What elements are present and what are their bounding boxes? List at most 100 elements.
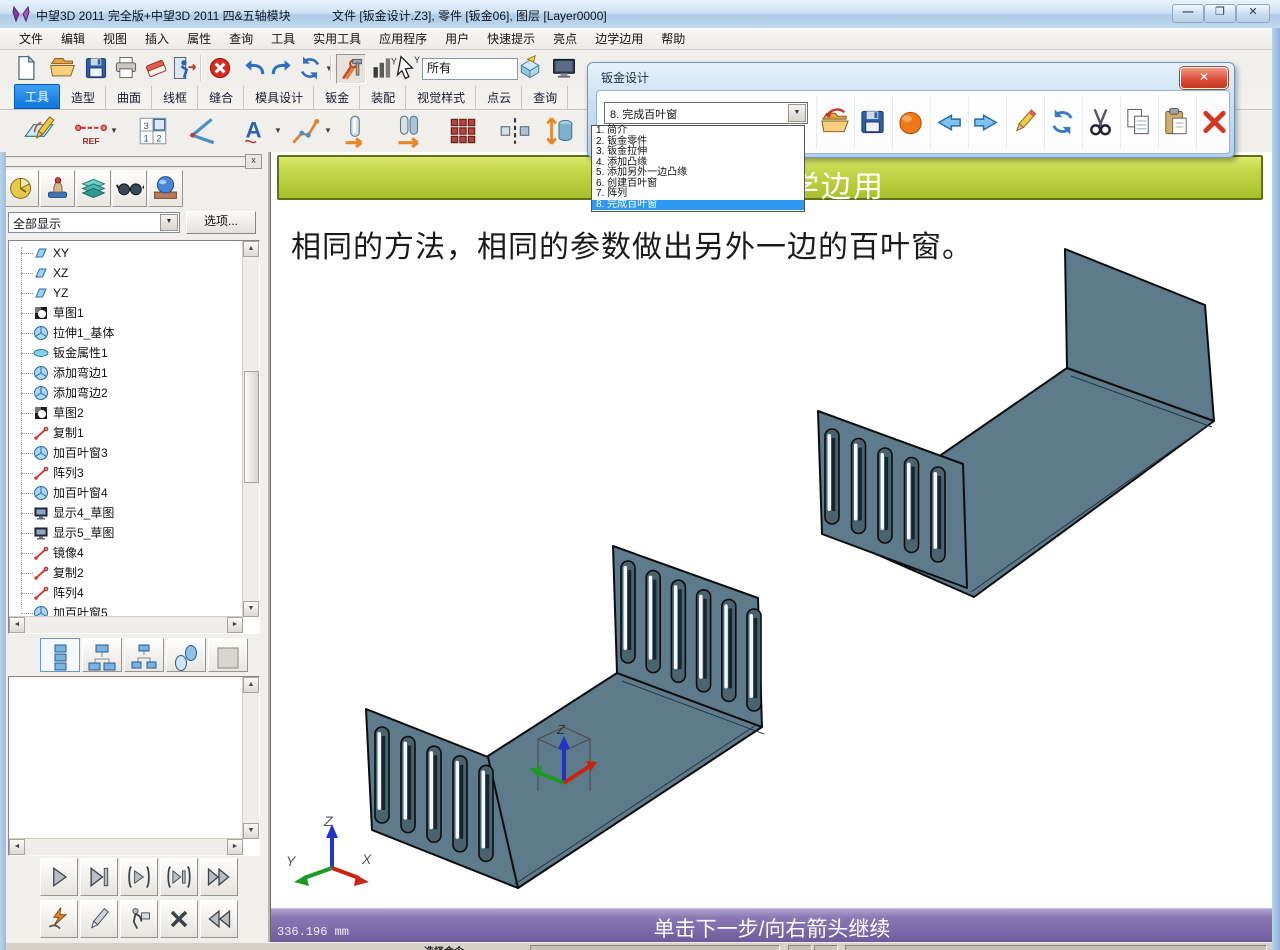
notes-hscrollbar[interactable]: ◄ ► bbox=[9, 838, 243, 855]
menu-item[interactable]: 插入 bbox=[136, 28, 178, 49]
step-dropdown-list[interactable]: 1. 简介2. 钣金零件3. 钣金拉伸4. 添加凸缘5. 添加另外一边凸缘6. … bbox=[591, 125, 805, 212]
louver-double-icon[interactable] bbox=[392, 113, 426, 149]
ribbon-tab-工具[interactable]: 工具 bbox=[14, 84, 60, 109]
menu-item[interactable]: 应用程序 bbox=[370, 28, 436, 49]
tree-item[interactable]: 显示4_草图 bbox=[9, 503, 243, 523]
palette-open-button[interactable] bbox=[816, 96, 852, 148]
menu-item[interactable]: 编辑 bbox=[52, 28, 94, 49]
tree-item[interactable]: 添加弯边2 bbox=[9, 383, 243, 403]
ribbon-tab-模具设计[interactable]: 模具设计 bbox=[245, 86, 314, 109]
scroll-down-icon[interactable]: ▼ bbox=[243, 601, 259, 617]
sketch-icon[interactable] bbox=[22, 113, 56, 149]
ribbon-tab-曲面[interactable]: 曲面 bbox=[107, 86, 152, 109]
fast-forward-button[interactable] bbox=[200, 858, 238, 896]
tree-item-label[interactable]: 镜像4 bbox=[53, 543, 84, 563]
louver-slot[interactable] bbox=[401, 737, 415, 833]
open-folder-icon[interactable] bbox=[48, 54, 76, 82]
louver-slot[interactable] bbox=[479, 765, 493, 861]
tree-item[interactable]: 镜像4 bbox=[9, 543, 243, 563]
ribbon-tab-视觉样式[interactable]: 视觉样式 bbox=[407, 86, 476, 109]
tree-item-label[interactable]: 加百叶窗4 bbox=[53, 483, 108, 503]
maximize-button[interactable]: ❐ bbox=[1204, 4, 1236, 23]
history-manager-tab-icon[interactable] bbox=[4, 170, 39, 207]
tree-item-label[interactable]: 钣金属性1 bbox=[53, 343, 108, 363]
regen-icon[interactable] bbox=[296, 54, 324, 82]
tree-item[interactable]: 加百叶窗3 bbox=[9, 443, 243, 463]
palette-save-button[interactable] bbox=[854, 96, 890, 148]
menu-item[interactable]: 工具 bbox=[262, 28, 304, 49]
menu-item[interactable]: 快速提示 bbox=[478, 28, 544, 49]
tree-vscrollbar[interactable]: ▲ ▼ bbox=[242, 241, 259, 617]
scroll-thumb[interactable] bbox=[244, 371, 259, 483]
step-option[interactable]: 3. 钣金拉伸 bbox=[592, 147, 804, 158]
menu-item[interactable]: 属性 bbox=[178, 28, 220, 49]
redo-icon[interactable] bbox=[268, 54, 296, 82]
tree-item-label[interactable]: XZ bbox=[53, 263, 68, 283]
ribbon-tab-点云[interactable]: 点云 bbox=[477, 86, 522, 109]
entity-filter-field[interactable]: 所有 bbox=[422, 58, 518, 80]
menu-item[interactable]: 查询 bbox=[220, 28, 262, 49]
scroll-up-icon[interactable]: ▲ bbox=[243, 241, 259, 257]
ribbon-tab-钣金[interactable]: 钣金 bbox=[315, 86, 360, 109]
menu-item[interactable]: 亮点 bbox=[544, 28, 586, 49]
tree-item-label[interactable]: 阵列3 bbox=[53, 463, 84, 483]
ribbon-tab-缝合[interactable]: 缝合 bbox=[199, 86, 244, 109]
drag-speed-button[interactable] bbox=[40, 900, 78, 938]
step-option[interactable]: 8. 完成百叶窗 bbox=[592, 200, 804, 211]
menu-item[interactable]: 用户 bbox=[436, 28, 478, 49]
tree-item[interactable]: 复制2 bbox=[9, 563, 243, 583]
toolbox-icon[interactable] bbox=[336, 54, 366, 84]
steps-view-button[interactable] bbox=[166, 638, 206, 672]
pick-filter-icon[interactable]: Y bbox=[394, 54, 422, 82]
display-monitor-icon[interactable] bbox=[550, 54, 578, 82]
sheetmetal-wizard-palette[interactable]: 钣金设计 ✕ 8. 完成百叶窗 ▼ 1. 简介2. 钣金零件3. 钣金拉伸4. … bbox=[587, 62, 1235, 158]
menu-item[interactable]: 视图 bbox=[94, 28, 136, 49]
louver-slot[interactable] bbox=[427, 746, 441, 842]
notes-vscrollbar[interactable]: ▲ ▼ bbox=[242, 677, 259, 839]
extrude-icon[interactable] bbox=[542, 113, 576, 149]
pattern-grid-icon[interactable] bbox=[446, 113, 480, 149]
tree-item-label[interactable]: 草图1 bbox=[53, 303, 84, 323]
palette-paste-button[interactable] bbox=[1158, 96, 1194, 148]
walk-through-button[interactable] bbox=[120, 900, 158, 938]
close-session-button[interactable] bbox=[160, 900, 198, 938]
louver-slot[interactable] bbox=[621, 561, 635, 663]
render-manager-tab-icon[interactable] bbox=[148, 170, 183, 207]
tree-item[interactable]: 钣金属性1 bbox=[9, 343, 243, 363]
palette-edit-button[interactable] bbox=[1006, 96, 1042, 148]
chevron-down-icon[interactable]: ▼ bbox=[324, 126, 332, 135]
tree-item[interactable]: XY bbox=[9, 243, 243, 263]
exit-icon[interactable] bbox=[170, 54, 198, 82]
louver-slot[interactable] bbox=[697, 590, 711, 692]
play-segment-pause-button[interactable] bbox=[160, 858, 198, 896]
step-selector-combo[interactable]: 8. 完成百叶窗 ▼ bbox=[604, 102, 808, 124]
tree-item-label[interactable]: 阵列4 bbox=[53, 583, 84, 603]
play-to-end-button[interactable] bbox=[80, 858, 118, 896]
louver-slot[interactable] bbox=[747, 609, 761, 711]
reference-geometry-icon[interactable]: REF bbox=[74, 113, 108, 149]
tree-item-label[interactable]: 加百叶窗3 bbox=[53, 443, 108, 463]
rewind-button[interactable] bbox=[200, 900, 238, 938]
menu-item[interactable]: 文件 bbox=[10, 28, 52, 49]
tree-hscrollbar[interactable]: ◄ ► bbox=[9, 616, 243, 633]
louver-slot[interactable] bbox=[852, 439, 866, 534]
ribbon-tab-装配[interactable]: 装配 bbox=[361, 86, 406, 109]
tree-item[interactable]: XZ bbox=[9, 263, 243, 283]
chevron-down-icon[interactable]: ▼ bbox=[788, 104, 806, 122]
list-view-button[interactable] bbox=[40, 638, 80, 672]
tree-item[interactable]: 阵列4 bbox=[9, 583, 243, 603]
play-button[interactable] bbox=[40, 858, 78, 896]
tree-item-label[interactable]: 添加弯边2 bbox=[53, 383, 108, 403]
chevron-down-icon[interactable]: ▼ bbox=[160, 214, 178, 231]
ribbon-tab-线框[interactable]: 线框 bbox=[153, 86, 198, 109]
tree-item-label[interactable]: 拉伸1_基体 bbox=[53, 323, 114, 343]
menu-item[interactable]: 实用工具 bbox=[304, 28, 370, 49]
louver-slot[interactable] bbox=[453, 756, 467, 852]
louver-slot[interactable] bbox=[722, 599, 736, 701]
palette-delete-button[interactable] bbox=[1196, 96, 1232, 148]
chevron-down-icon[interactable]: ▼ bbox=[274, 126, 282, 135]
louver-slot[interactable] bbox=[931, 467, 945, 562]
menu-item[interactable]: 边学边用 bbox=[586, 28, 652, 49]
sidebar-close-icon[interactable]: x bbox=[245, 154, 262, 169]
step-option[interactable]: 7. 阵列 bbox=[592, 189, 804, 200]
